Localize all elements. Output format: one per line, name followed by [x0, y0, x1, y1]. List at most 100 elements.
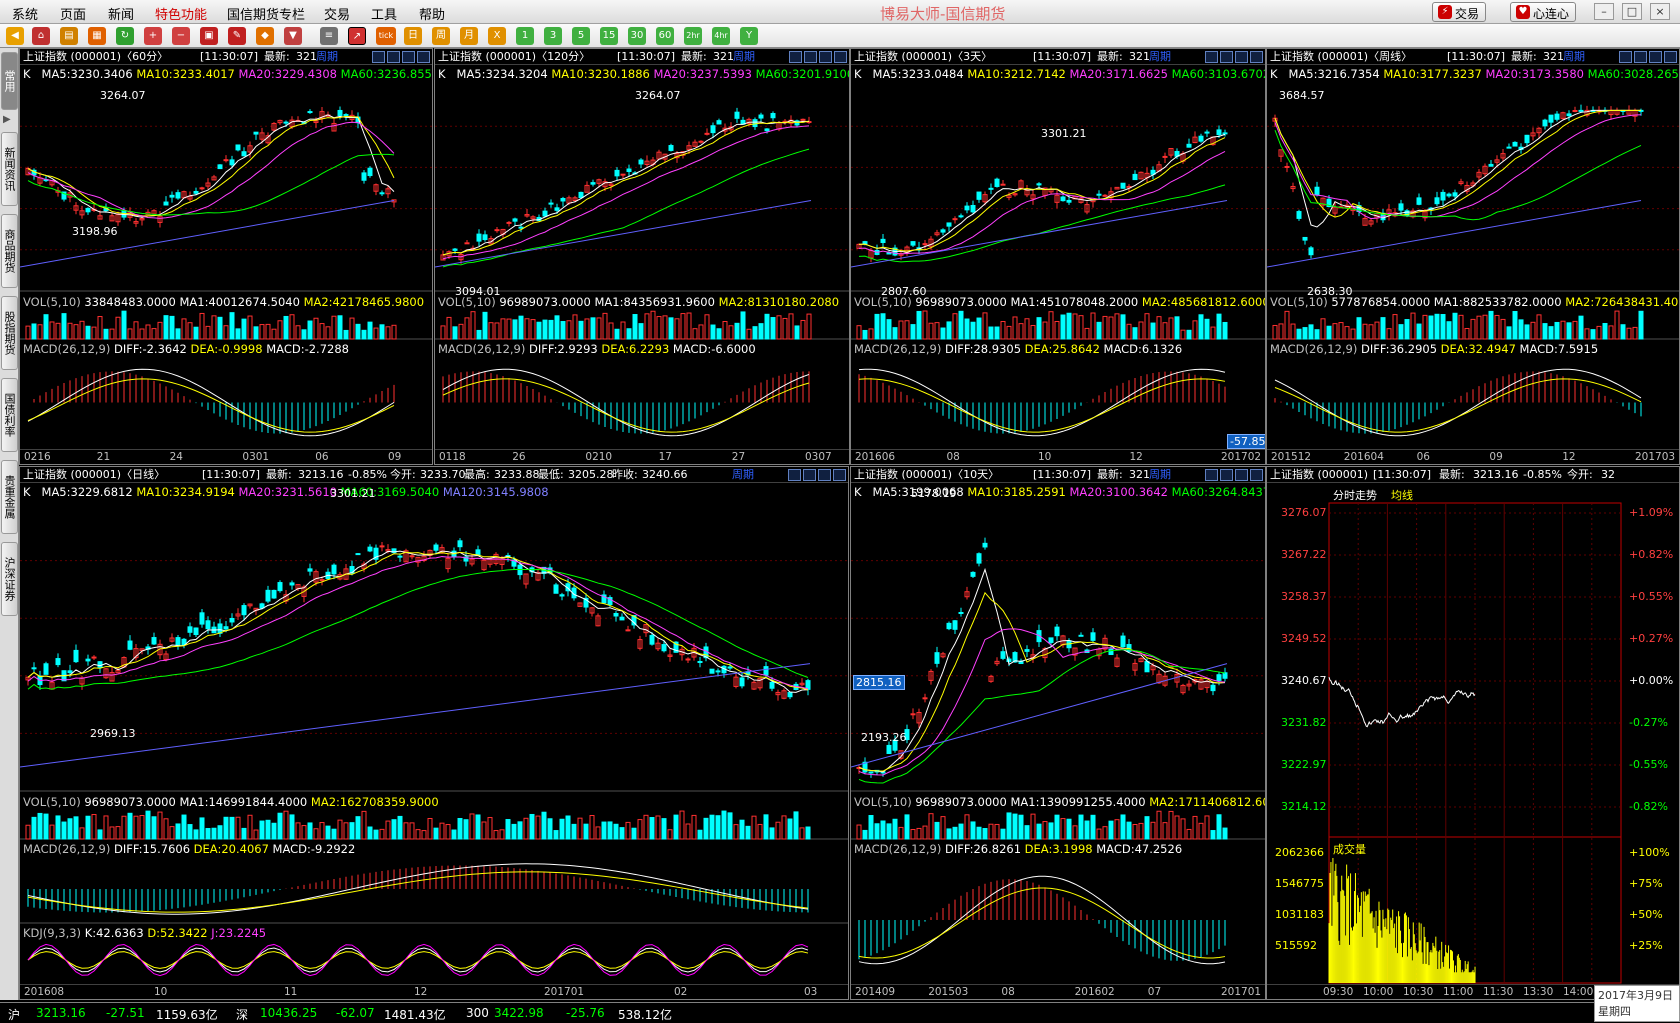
menu-help[interactable]: 帮助: [419, 4, 445, 23]
menu-guoxin-column[interactable]: 国信期货专栏: [227, 4, 305, 23]
menu-page[interactable]: 页面: [60, 4, 86, 23]
x-tick: 201606: [855, 451, 896, 463]
candle-body: [1210, 684, 1216, 692]
period-x-button[interactable]: X: [488, 27, 506, 45]
volume-bar: [763, 814, 769, 840]
period-15-button[interactable]: 15: [600, 27, 618, 45]
volume-bar: [958, 823, 964, 840]
trade-button-label: 交易: [1455, 7, 1480, 21]
candle-body: [1296, 211, 1302, 219]
ma-line: [858, 649, 1226, 784]
volume-bar: [856, 325, 862, 340]
vol-ma1: MA1:451078048.2000: [1010, 295, 1139, 309]
volume-bar: [109, 328, 115, 340]
sidebar-tab-common[interactable]: 常用: [1, 52, 18, 110]
minimize-icon[interactable]: –: [1594, 3, 1614, 20]
vol-value: 33848483.0000: [84, 295, 176, 309]
tick-button[interactable]: tick: [376, 27, 396, 45]
zoom-in-icon[interactable]: +: [144, 27, 162, 45]
period-week-button[interactable]: 周: [432, 27, 450, 45]
volume-bar: [211, 315, 217, 340]
c300-value: 3422.98: [494, 1006, 544, 1020]
home-icon[interactable]: ⌂: [32, 27, 50, 45]
vol-name: VOL(5,10): [23, 295, 81, 309]
period-3-button[interactable]: 3: [544, 27, 562, 45]
volume-bar: [1476, 315, 1482, 340]
ma120-line: [851, 200, 1228, 268]
x-tick: 10: [154, 986, 168, 998]
volume-bar: [1048, 311, 1054, 340]
panel-p10d[interactable]: 上证指数 (000001)〈10天〉 [11:30:07] 最新: 321 周期 …: [850, 466, 1266, 1000]
volume-bar: [277, 812, 283, 840]
pen-icon[interactable]: ✎: [228, 27, 246, 45]
panel-pweek[interactable]: 上证指数 (000001)〈周线〉 [11:30:07] 最新: 321 周期 K…: [1266, 48, 1680, 465]
candle-body: [554, 207, 560, 211]
sidebar-tab-index-futures[interactable]: 股指期货: [1, 296, 18, 370]
volume-bar: [1114, 313, 1120, 340]
menu-news[interactable]: 新闻: [108, 4, 134, 23]
refresh-icon[interactable]: ↻: [116, 27, 134, 45]
list-icon[interactable]: ≡: [320, 27, 338, 45]
x-tick: 08: [946, 451, 960, 463]
candle-body: [283, 121, 289, 124]
sidebar-tab-metals[interactable]: 贵重金属: [1, 460, 18, 534]
candle-body: [199, 187, 205, 190]
panel-p60[interactable]: 上证指数 (000001)〈60分〉 [11:30:07] 最新: 321 周期 …: [19, 48, 433, 465]
volume-bar: [470, 311, 476, 340]
panel-pday[interactable]: 上证指数 (000001)〈日线〉 [11:30:07] 最新: 3213.16 …: [19, 466, 849, 1000]
candle-body: [253, 131, 259, 135]
back-icon[interactable]: ◀: [6, 27, 24, 45]
period-2hr-button[interactable]: 2hr: [684, 27, 702, 45]
chart-icon[interactable]: ↗: [348, 27, 366, 45]
sidebar-tab-commodity[interactable]: 商品期货: [1, 214, 18, 288]
period-60-button[interactable]: 60: [656, 27, 674, 45]
maximize-icon[interactable]: □: [1622, 3, 1642, 20]
volume-bar: [235, 816, 241, 840]
ma20-value: MA20:3173.3580: [1485, 67, 1585, 81]
paint-icon[interactable]: ◆: [256, 27, 274, 45]
volume-bar: [1042, 321, 1048, 340]
volume-bar: [1344, 326, 1350, 340]
volume-bar: [1096, 321, 1102, 340]
period-30-button[interactable]: 30: [628, 27, 646, 45]
period-month-button[interactable]: 月: [460, 27, 478, 45]
panel-p120[interactable]: 上证指数 (000001)〈120分〉 [11:30:07] 最新: 321 周期…: [434, 48, 850, 465]
sidebar-tab-stocks[interactable]: 沪深证券: [1, 542, 18, 616]
candle-body: [958, 611, 964, 614]
heart-button[interactable]: ♥ 心连心: [1510, 2, 1577, 22]
folder-icon[interactable]: ▤: [60, 27, 78, 45]
volume-bar: [886, 823, 892, 840]
volume-bar: [103, 328, 109, 340]
period-y-button[interactable]: Y: [740, 27, 758, 45]
filter-icon[interactable]: ▼: [284, 27, 302, 45]
menu-special[interactable]: 特色功能: [155, 4, 207, 23]
period-5-button[interactable]: 5: [572, 27, 590, 45]
candle-body: [542, 210, 548, 217]
zoom-out-icon[interactable]: −: [172, 27, 190, 45]
macd-legend: MACD(26,12,9) DIFF:-2.3642 DEA:-0.9998 M…: [23, 342, 349, 356]
menu-trade[interactable]: 交易: [324, 4, 350, 23]
close-icon[interactable]: ×: [1650, 3, 1670, 20]
volume-bar: [1024, 825, 1030, 840]
volume-bar: [301, 825, 307, 840]
candle-body: [976, 191, 982, 200]
chevron-right-icon[interactable]: ▶: [3, 114, 15, 128]
volume-bar: [698, 324, 704, 340]
sidebar-tab-news[interactable]: 新闻资讯: [1, 132, 18, 206]
sidebar-tab-bonds[interactable]: 国债利率: [1, 378, 18, 452]
period-day-button[interactable]: 日: [404, 27, 422, 45]
volume-bar: [710, 324, 716, 340]
menu-system[interactable]: 系统: [12, 4, 38, 23]
period-1-button[interactable]: 1: [516, 27, 534, 45]
draw-icon[interactable]: ▣: [200, 27, 218, 45]
menu-tools[interactable]: 工具: [371, 4, 397, 23]
sh-value: 3213.16: [36, 1006, 86, 1020]
panel-intraday[interactable]: 上证指数 (000001) [11:30:07] 最新: 3213.16 -0.…: [1266, 466, 1680, 1000]
panel-p3d[interactable]: 上证指数 (000001)〈3天〉 [11:30:07] 最新: 321 周期 K…: [850, 48, 1266, 465]
trade-button[interactable]: ⚡ 交易: [1432, 2, 1487, 22]
volume-bar: [922, 825, 928, 840]
book-icon[interactable]: ▦: [88, 27, 106, 45]
period-4hr-button[interactable]: 4hr: [712, 27, 730, 45]
x-tick: 12: [1562, 451, 1576, 463]
candle-body: [1060, 196, 1066, 202]
